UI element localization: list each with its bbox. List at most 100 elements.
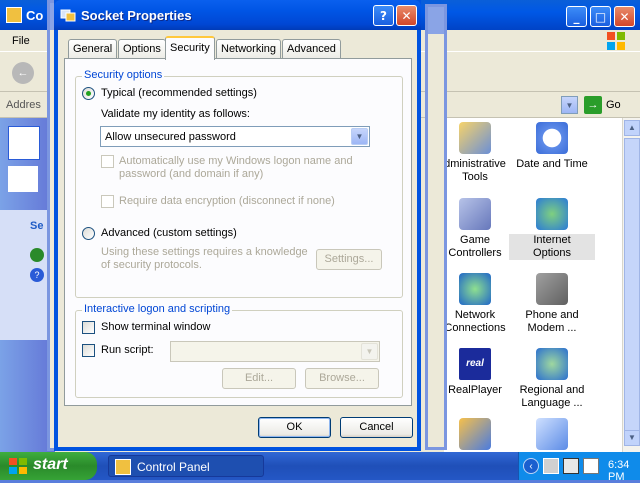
dialog-titlebar[interactable]: Socket Properties ? ✕ (54, 0, 421, 30)
help-icon[interactable]: ? (30, 268, 44, 282)
tab-label: Options (123, 43, 161, 55)
validate-identity-select[interactable]: Allow unsecured password ▼ (100, 126, 370, 147)
user-accounts-icon (459, 418, 491, 450)
windows-logo-icon (9, 458, 27, 474)
internet-options-icon (536, 198, 568, 230)
typical-radio[interactable] (82, 87, 95, 100)
phone-modem-icon (536, 273, 568, 305)
realplayer-icon: real (459, 348, 491, 380)
cp-item-date-time[interactable]: Date and Time (509, 122, 595, 171)
dialog-title: Socket Properties (81, 8, 192, 23)
security-center-icon (536, 418, 568, 450)
dialog-body: General Options Security Networking Adva… (58, 30, 417, 447)
require-encryption-label: Require data encryption (disconnect if n… (119, 195, 335, 207)
scroll-up-icon[interactable]: ▲ (624, 120, 640, 136)
start-label: start (33, 456, 68, 473)
tab-label: Networking (221, 43, 277, 55)
windows-logo-icon (607, 32, 625, 50)
run-script-select[interactable]: ▼ (170, 341, 380, 362)
tab-security[interactable]: Security (165, 36, 215, 60)
auto-logon-checkbox[interactable] (101, 155, 114, 168)
scroll-down-icon[interactable]: ▼ (624, 430, 640, 446)
tab-networking[interactable]: Networking (216, 39, 282, 59)
go-arrow-icon: → (584, 96, 602, 114)
ok-button[interactable]: OK (258, 417, 331, 438)
close-button[interactable]: ✕ (396, 5, 417, 26)
tab-options[interactable]: Options (118, 39, 166, 59)
date-time-icon (536, 122, 568, 154)
cp-item-partial-2[interactable] (509, 418, 595, 454)
go-button[interactable]: → Go (584, 96, 621, 114)
cp-item-label: Phone and Modem ... (525, 309, 579, 334)
volume-tray-icon[interactable] (583, 458, 599, 474)
run-script-label: Run script: (101, 344, 154, 356)
address-label: Addres (6, 99, 41, 111)
advanced-note: Using these settings requires a knowledg… (101, 246, 308, 271)
show-terminal-label: Show terminal window (101, 321, 211, 333)
regional-language-icon (536, 348, 568, 380)
taskbar: start Control Panel ‹ 6:34 PM (0, 452, 640, 483)
pc-tray-icon[interactable] (563, 458, 579, 474)
control-panel-icon (6, 7, 22, 23)
game-controllers-icon (459, 198, 491, 230)
scroll-thumb[interactable] (624, 138, 640, 438)
maximize-button[interactable]: □ (590, 6, 611, 27)
control-panel-large-icon (8, 126, 40, 160)
taskbar-item-control-panel[interactable]: Control Panel (108, 455, 264, 477)
tab-label: Advanced (287, 43, 336, 55)
cp-item-label: Date and Time (516, 158, 588, 170)
chevron-down-icon: ▼ (361, 343, 378, 360)
show-terminal-checkbox[interactable] (82, 321, 95, 334)
menu-file[interactable]: File (12, 35, 30, 47)
switch-view-icon[interactable] (8, 166, 38, 192)
help-button[interactable]: ? (373, 5, 394, 26)
security-options-group: Security options Typical (recommended se… (75, 69, 403, 298)
tab-label: Security (170, 42, 210, 54)
settings-button[interactable]: Settings... (316, 249, 382, 270)
system-tray: ‹ 6:34 PM (518, 452, 640, 483)
socket-properties-dialog: Socket Properties ? ✕ General Options Se… (54, 0, 421, 451)
browse-button[interactable]: Browse... (305, 368, 379, 389)
advanced-radio[interactable] (82, 227, 95, 240)
control-panel-items: dministrative Tools Date and Time Game C… (444, 118, 622, 452)
typical-label: Typical (recommended settings) (101, 87, 257, 99)
cp-item-label: Regional and Language ... (519, 384, 585, 409)
tab-advanced[interactable]: Advanced (282, 39, 341, 59)
edit-button[interactable]: Edit... (222, 368, 296, 389)
windows-update-icon[interactable] (30, 248, 44, 262)
tab-general[interactable]: General (68, 39, 118, 59)
advanced-label: Advanced (custom settings) (101, 227, 237, 239)
select-value: Allow unsecured password (105, 131, 236, 143)
interactive-logon-group: Interactive logon and scripting Show ter… (75, 303, 403, 398)
taskbar-item-label: Control Panel (137, 460, 210, 474)
show-hidden-icons-chevron-icon[interactable]: ‹ (523, 458, 539, 474)
network-connections-icon (459, 273, 491, 305)
cp-item-internet-options[interactable]: Internet Options (509, 198, 595, 260)
validate-label: Validate my identity as follows: (101, 108, 250, 120)
back-arrow-icon[interactable]: ← (12, 62, 34, 84)
background-dialog-edge (425, 4, 447, 450)
vertical-scrollbar[interactable]: ▲ ▼ (622, 118, 640, 452)
control-panel-icon (115, 459, 131, 475)
cancel-button[interactable]: Cancel (340, 417, 413, 438)
group-title: Security options (82, 69, 165, 81)
network-connection-icon (60, 9, 76, 22)
auto-logon-label: Automatically use my Windows logon name … (119, 155, 353, 180)
start-button[interactable]: start (0, 452, 97, 480)
see-also-label: Se (30, 220, 44, 232)
control-panel-title: Co (26, 8, 44, 23)
cp-item-phone-modem[interactable]: Phone and Modem ... (509, 273, 595, 335)
clock[interactable]: 6:34 PM (608, 459, 640, 483)
tab-label: General (73, 43, 113, 55)
security-tab-panel: Security options Typical (recommended se… (64, 58, 412, 406)
run-script-checkbox[interactable] (82, 344, 95, 357)
address-dropdown-chevron-icon[interactable]: ▼ (561, 96, 578, 114)
group-title: Interactive logon and scripting (82, 303, 233, 315)
cp-item-regional-language[interactable]: Regional and Language ... (509, 348, 595, 410)
network-tray-icon[interactable] (543, 458, 559, 474)
require-encryption-checkbox[interactable] (101, 195, 114, 208)
minimize-button[interactable]: _ (566, 6, 587, 27)
close-button[interactable]: ✕ (614, 6, 635, 27)
administrative-tools-icon (459, 122, 491, 154)
go-label: Go (606, 99, 621, 111)
